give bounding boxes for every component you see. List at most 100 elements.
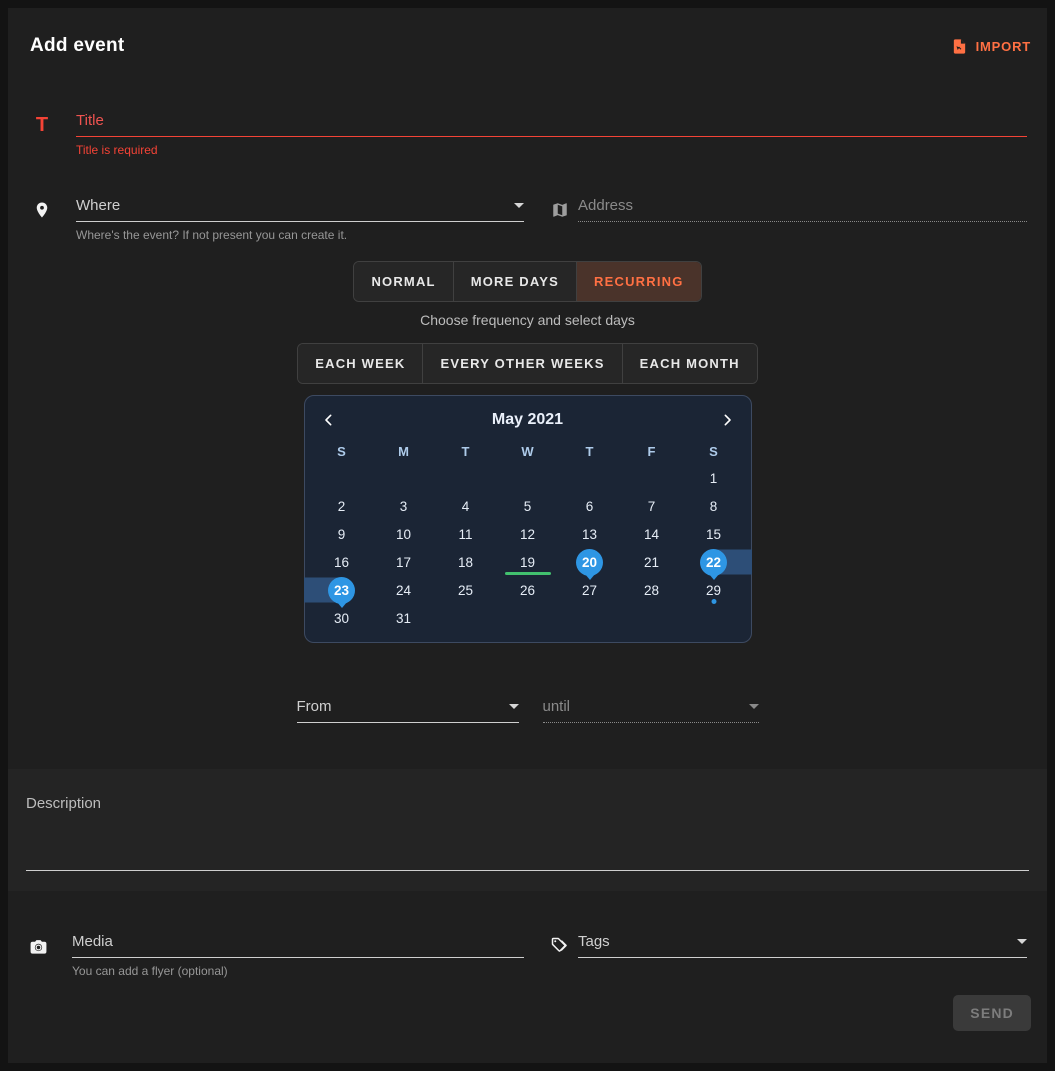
day-number: 15	[706, 527, 721, 542]
day-number: 8	[710, 499, 718, 514]
calendar-header: May 2021	[311, 404, 745, 436]
calendar-day[interactable]: 23	[311, 576, 373, 604]
send-row: SEND	[8, 995, 1031, 1031]
calendar-day[interactable]: 28	[621, 576, 683, 604]
send-button[interactable]: SEND	[953, 995, 1031, 1031]
tags-field-block: Tags	[548, 933, 1027, 978]
title-field-block: T Title Title is required	[30, 112, 1027, 157]
calendar-day[interactable]: 26	[497, 576, 559, 604]
calendar-grid: SMTWTFS123456789101112131415161718192021…	[311, 438, 745, 632]
file-import-icon	[948, 34, 972, 58]
calendar-day[interactable]: 17	[373, 548, 435, 576]
calendar-day[interactable]: 24	[373, 576, 435, 604]
tab-every-other-weeks[interactable]: EVERY OTHER WEEKS	[422, 344, 621, 383]
description-underline	[26, 870, 1029, 871]
day-number: 11	[458, 527, 472, 542]
calendar-month-label: May 2021	[347, 411, 709, 429]
day-number: 1	[710, 471, 718, 486]
calendar-day-empty	[683, 604, 745, 632]
address-input[interactable]: Address	[578, 197, 1027, 222]
calendar-day[interactable]: 31	[373, 604, 435, 632]
day-number: 12	[520, 527, 535, 542]
calendar-day-empty	[435, 604, 497, 632]
calendar-day[interactable]: 20	[559, 548, 621, 576]
calendar-day[interactable]: 2	[311, 492, 373, 520]
chevron-down-icon	[1017, 939, 1027, 944]
import-button[interactable]: IMPORT	[948, 34, 1031, 58]
calendar-day[interactable]: 11	[435, 520, 497, 548]
where-field-block: Where Where's the event? If not present …	[30, 197, 524, 242]
day-number: 25	[458, 583, 473, 598]
calendar-day[interactable]: 14	[621, 520, 683, 548]
calendar-day[interactable]: 9	[311, 520, 373, 548]
tab-each-month[interactable]: EACH MONTH	[622, 344, 757, 383]
from-select[interactable]: From	[297, 698, 519, 723]
calendar-day[interactable]: 6	[559, 492, 621, 520]
map-icon	[548, 198, 572, 222]
calendar-day[interactable]: 5	[497, 492, 559, 520]
calendar-day-empty	[497, 464, 559, 492]
calendar-day[interactable]: 18	[435, 548, 497, 576]
chevron-down-icon	[749, 704, 759, 709]
description-textarea[interactable]	[26, 812, 1029, 870]
media-field-block: Media You can add a flyer (optional)	[26, 933, 524, 978]
from-placeholder: From	[297, 698, 332, 715]
tab-each-week[interactable]: EACH WEEK	[298, 344, 422, 383]
calendar-day[interactable]: 3	[373, 492, 435, 520]
calendar-day-empty	[559, 604, 621, 632]
day-number: 7	[648, 499, 656, 514]
calendar-day[interactable]: 12	[497, 520, 559, 548]
import-label: IMPORT	[976, 39, 1031, 54]
calendar-day-empty	[621, 604, 683, 632]
chevron-left-icon	[317, 408, 341, 432]
title-error: Title is required	[76, 143, 1027, 157]
day-number: 26	[520, 583, 535, 598]
day-number: 14	[644, 527, 659, 542]
calendar-dow: F	[621, 438, 683, 464]
calendar-day[interactable]: 21	[621, 548, 683, 576]
calendar-day-empty	[435, 464, 497, 492]
frequency-caption: Choose frequency and select days	[8, 312, 1047, 328]
day-number: 10	[396, 527, 411, 542]
calendar-day[interactable]: 4	[435, 492, 497, 520]
tab-normal[interactable]: NORMAL	[354, 262, 452, 301]
day-number: 29	[706, 583, 721, 598]
calendar-day-empty	[373, 464, 435, 492]
selected-day-marker: 22	[700, 549, 727, 576]
tab-recurring[interactable]: RECURRING	[576, 262, 701, 301]
where-select[interactable]: Where	[76, 197, 524, 222]
camera-icon	[26, 934, 50, 958]
calendar-day[interactable]: 10	[373, 520, 435, 548]
calendar-day[interactable]: 16	[311, 548, 373, 576]
selected-day-marker: 20	[576, 549, 603, 576]
calendar-day[interactable]: 27	[559, 576, 621, 604]
day-number: 17	[396, 555, 411, 570]
calendar-day[interactable]: 1	[683, 464, 745, 492]
calendar-day[interactable]: 25	[435, 576, 497, 604]
calendar-day[interactable]: 7	[621, 492, 683, 520]
next-month-button[interactable]	[709, 406, 745, 434]
calendar-day[interactable]: 8	[683, 492, 745, 520]
tags-select[interactable]: Tags	[578, 933, 1027, 958]
add-event-dialog: Add event IMPORT T Title	[8, 8, 1047, 1063]
calendar-day[interactable]: 22	[683, 548, 745, 576]
calendar-day[interactable]: 13	[559, 520, 621, 548]
tab-more-days[interactable]: MORE DAYS	[453, 262, 576, 301]
title-placeholder: Title	[76, 112, 104, 129]
calendar-dow: T	[435, 438, 497, 464]
calendar-day[interactable]: 30	[311, 604, 373, 632]
calendar-dow: S	[683, 438, 745, 464]
media-input[interactable]: Media	[72, 933, 524, 958]
calendar-day[interactable]: 29	[683, 576, 745, 604]
calendar-day[interactable]: 15	[683, 520, 745, 548]
calendar-day-empty	[559, 464, 621, 492]
description-label: Description	[26, 795, 1029, 812]
title-input[interactable]: Title	[76, 112, 1027, 137]
day-number: 9	[338, 527, 346, 542]
prev-month-button[interactable]	[311, 406, 347, 434]
chevron-right-icon	[715, 408, 739, 432]
calendar: May 2021 SMTWTFS123456789101112131415161…	[304, 395, 752, 643]
until-select[interactable]: until	[543, 698, 759, 723]
day-number: 30	[334, 611, 349, 626]
calendar-day[interactable]: 19	[497, 548, 559, 576]
